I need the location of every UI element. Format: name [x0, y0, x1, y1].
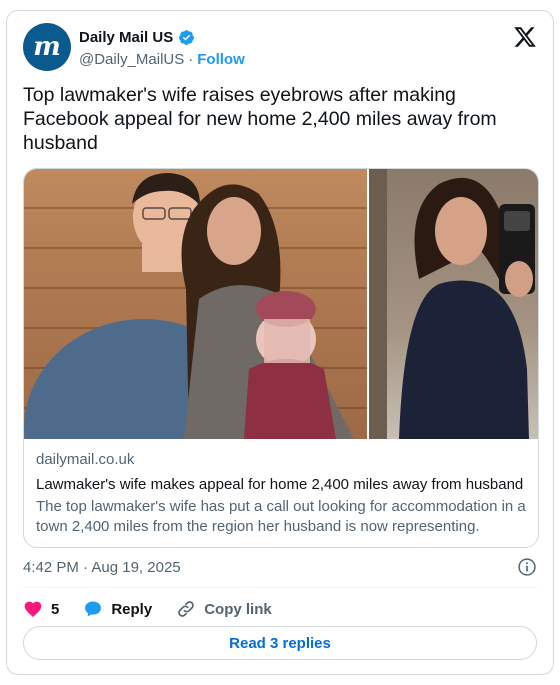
link-preview-card[interactable]: dailymail.co.uk Lawmaker's wife makes ap… — [23, 168, 539, 548]
timestamp[interactable]: 4:42 PM · Aug 19, 2025 — [23, 559, 181, 576]
divider — [23, 587, 537, 588]
speech-bubble-icon — [85, 601, 102, 617]
avatar[interactable]: m — [23, 23, 71, 71]
link-description: The top lawmaker's wife has put a call o… — [36, 498, 526, 535]
link-domain: dailymail.co.uk — [36, 451, 135, 468]
reply-label: Reply — [111, 600, 153, 618]
link-preview-image[interactable] — [24, 169, 538, 439]
dot-separator: · — [188, 51, 194, 68]
like-button[interactable]: 5 — [23, 599, 59, 619]
embedded-post-card: m Daily Mail US @Daily_MailUS · Follow T… — [6, 10, 554, 675]
timestamp-row: 4:42 PM · Aug 19, 2025 — [23, 557, 537, 577]
copy-link-label: Copy link — [204, 600, 272, 618]
follow-button[interactable]: Follow — [197, 51, 245, 68]
reply-button[interactable]: Reply — [83, 599, 152, 619]
read-replies-button[interactable]: Read 3 replies — [23, 626, 537, 660]
verified-badge-icon — [179, 30, 195, 45]
like-count: 5 — [51, 600, 60, 618]
author-handle-row: @Daily_MailUS · Follow — [79, 51, 245, 68]
link-title[interactable]: Lawmaker's wife makes appeal for home 2,… — [36, 475, 526, 495]
woman-selfie-photo — [368, 169, 538, 439]
link-icon — [178, 601, 194, 617]
x-logo-icon[interactable] — [513, 25, 537, 49]
info-icon[interactable] — [517, 557, 537, 577]
author-name-row: Daily Mail US — [79, 29, 195, 46]
author-handle[interactable]: @Daily_MailUS — [79, 51, 184, 68]
post-time: 4:42 PM — [23, 558, 79, 576]
copy-link-button[interactable]: Copy link — [176, 599, 272, 619]
post-header: m Daily Mail US @Daily_MailUS · Follow — [23, 23, 537, 73]
post-text: Top lawmaker's wife raises eyebrows afte… — [23, 84, 497, 154]
timestamp-separator: · — [83, 558, 89, 576]
link-preview-meta: dailymail.co.uk Lawmaker's wife makes ap… — [36, 451, 526, 537]
couple-with-baby-photo — [24, 169, 367, 439]
heart-icon — [24, 601, 42, 617]
post-date: Aug 19, 2025 — [91, 558, 181, 576]
action-bar: 5 Reply Copy link — [23, 597, 272, 621]
author-name[interactable]: Daily Mail US — [79, 29, 173, 46]
